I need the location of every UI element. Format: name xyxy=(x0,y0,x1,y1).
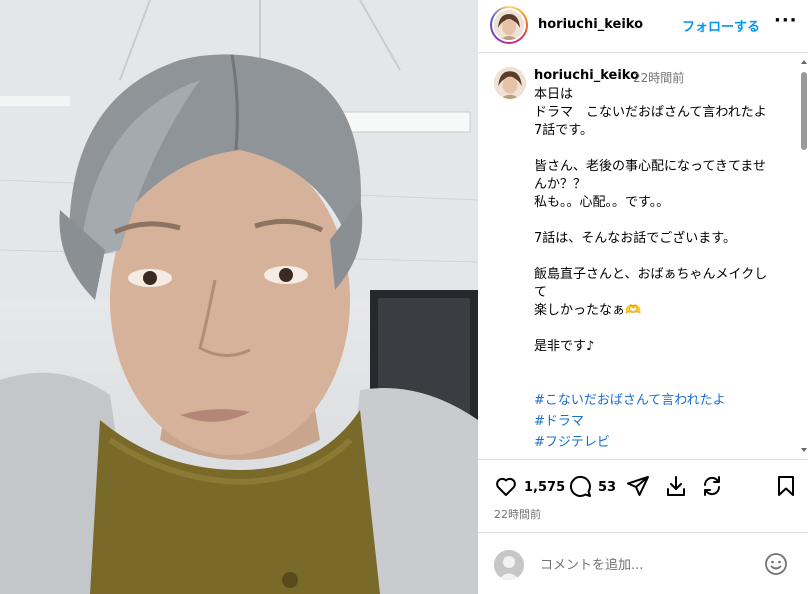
caption-avatar[interactable] xyxy=(494,67,526,99)
more-icon[interactable]: ··· xyxy=(774,10,798,31)
comment-input[interactable] xyxy=(538,552,762,578)
repost-icon[interactable] xyxy=(700,474,724,502)
post-header: horiuchi_keiko フォローする ··· xyxy=(478,0,808,53)
divider xyxy=(478,459,808,460)
hashtag-link[interactable]: #ドラマ xyxy=(534,411,726,432)
scroll-up-arrow-icon[interactable] xyxy=(801,60,807,64)
hashtag-link[interactable]: #こないだおばさんて言われたよ xyxy=(534,390,726,411)
emoji-icon[interactable] xyxy=(764,552,788,580)
scroll-thumb[interactable] xyxy=(801,72,807,150)
caption-timestamp[interactable]: 22時間前 xyxy=(633,69,684,86)
bookmark-icon[interactable] xyxy=(774,474,798,502)
like-count[interactable]: 1,575 xyxy=(524,480,565,495)
author-username[interactable]: horiuchi_keiko xyxy=(538,17,643,32)
comment-composer xyxy=(478,540,808,590)
comment-icon[interactable] xyxy=(568,474,592,502)
selfie-image xyxy=(0,0,478,594)
scroll-down-arrow-icon[interactable] xyxy=(801,448,807,452)
divider xyxy=(478,532,808,533)
caption-section: horiuchi_keiko 22時間前 本日は ドラマ こないだおばさんて言わ… xyxy=(478,53,800,457)
heart-icon[interactable] xyxy=(494,474,518,502)
post-photo xyxy=(0,0,478,594)
share-icon[interactable] xyxy=(626,474,650,502)
viewer-avatar xyxy=(494,550,524,580)
post-side-panel: horiuchi_keiko フォローする ··· horiuchi_keiko… xyxy=(478,0,808,594)
hashtag-list: #こないだおばさんて言われたよ #ドラマ #フジテレビ xyxy=(534,390,726,453)
author-avatar[interactable] xyxy=(490,6,528,44)
save-download-icon[interactable] xyxy=(664,474,688,502)
hashtag-link[interactable]: #フジテレビ xyxy=(534,432,726,453)
caption-scrollbar[interactable] xyxy=(800,60,808,452)
action-bar: 1,575 53 xyxy=(478,470,808,504)
follow-button[interactable]: フォローする xyxy=(682,16,760,35)
post-time-ago[interactable]: 22時間前 xyxy=(494,506,541,522)
caption-text: 本日は ドラマ こないだおばさんて言われたよ 7話です。 皆さん、老後の事心配に… xyxy=(534,87,768,354)
comment-count[interactable]: 53 xyxy=(598,480,616,495)
caption-username[interactable]: horiuchi_keiko xyxy=(534,68,639,83)
